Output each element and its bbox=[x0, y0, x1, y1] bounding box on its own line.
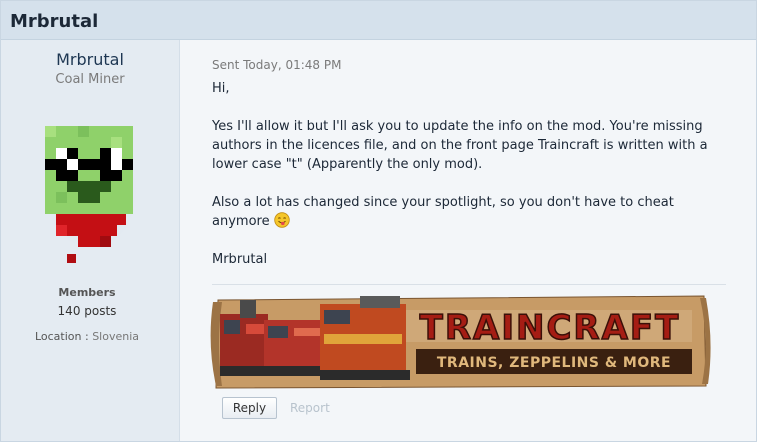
signature-banner[interactable]: TRAINCRAFT TRAINS, ZEPPELINS & MORE bbox=[210, 294, 712, 394]
message-paragraph-2: Also a lot has changed since your spotli… bbox=[212, 193, 732, 231]
post-author-heading: Mrbrutal bbox=[10, 11, 99, 32]
author-location: Location : Slovenia bbox=[1, 330, 173, 343]
reply-button[interactable]: Reply bbox=[222, 397, 277, 419]
sent-timestamp: Sent Today, 01:48 PM bbox=[212, 58, 342, 72]
author-rank: Coal Miner bbox=[55, 72, 125, 87]
banner-title: TRAINCRAFT bbox=[420, 308, 681, 348]
author-name-link[interactable]: Mrbrutal bbox=[1, 50, 179, 69]
location-value: Slovenia bbox=[92, 330, 140, 343]
signature-divider bbox=[212, 284, 726, 285]
location-label: Location : bbox=[34, 330, 89, 343]
private-message-post: Mrbrutal Mrbrutal Coal Miner Members 140… bbox=[0, 0, 757, 442]
report-link[interactable]: Report bbox=[290, 401, 330, 415]
train-locomotive-3 bbox=[320, 296, 410, 380]
message-body: Hi, Yes I'll allow it but I'll ask you t… bbox=[212, 79, 732, 288]
message-content: Sent Today, 01:48 PM Hi, Yes I'll allow … bbox=[180, 40, 756, 441]
message-signoff: Mrbrutal bbox=[212, 252, 268, 267]
banner-subtitle: TRAINS, ZEPPELINS & MORE bbox=[437, 355, 671, 371]
traincraft-banner-image: TRAINCRAFT TRAINS, ZEPPELINS & MORE bbox=[210, 295, 711, 389]
message-greeting: Hi, bbox=[212, 81, 230, 96]
post-count: 140 posts bbox=[57, 304, 117, 318]
train-locomotive-2 bbox=[264, 320, 328, 376]
author-sidebar: Mrbrutal Coal Miner Members 140 posts Lo… bbox=[1, 40, 180, 441]
message-paragraph-1: Yes I'll allow it but I'll ask you to up… bbox=[212, 119, 708, 172]
post-header: Mrbrutal bbox=[1, 1, 756, 40]
avatar-image bbox=[41, 124, 141, 263]
member-group: Members bbox=[58, 286, 116, 299]
tongue-out-emoji-icon bbox=[274, 212, 290, 228]
avatar[interactable] bbox=[41, 124, 141, 270]
